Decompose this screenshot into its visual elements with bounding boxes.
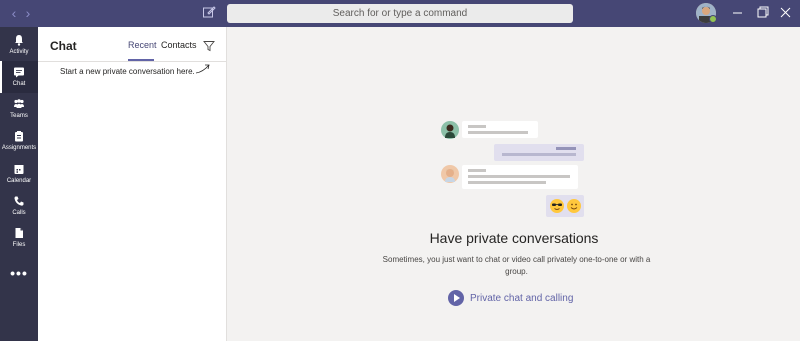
app-bar: Activity Chat Teams Assignments Calendar… (0, 27, 38, 341)
forward-arrow-icon[interactable]: › (20, 5, 36, 21)
arrow-icon (195, 64, 210, 74)
tab-recent[interactable]: Recent (128, 40, 157, 50)
tab-contacts[interactable]: Contacts (161, 40, 197, 50)
minimize-button[interactable] (728, 4, 748, 22)
incoming-message-bubble (462, 121, 538, 138)
emoji-message-bubble (546, 195, 584, 217)
bell-icon (15, 35, 23, 46)
title-bar: ‹ › Search for or type a command (0, 0, 800, 27)
app-bar-label: Activity (9, 49, 29, 55)
app-bar-label: Teams (10, 113, 28, 119)
maximize-button[interactable] (752, 4, 772, 22)
chat-list-pane: Chat Recent Contacts Start a new private… (38, 27, 227, 341)
search-input[interactable]: Search for or type a command (227, 4, 573, 23)
app-bar-item-calls[interactable]: Calls (0, 190, 38, 222)
person-avatar-icon (441, 121, 459, 139)
incoming-message-bubble (462, 165, 578, 189)
file-icon (15, 228, 23, 238)
main-content: Have private conversations Sometimes, yo… (228, 27, 800, 341)
empty-state-description: Sometimes, you just want to chat or vide… (382, 255, 651, 276)
app-bar-label: Assignments (1, 145, 37, 151)
teams-icon (14, 99, 24, 108)
app-bar-item-teams[interactable]: Teams (0, 93, 38, 125)
empty-state-heading: Have private conversations (429, 230, 599, 246)
play-icon (448, 290, 464, 306)
conversation-illustration (228, 27, 800, 227)
divider (38, 61, 227, 62)
app-bar-item-files[interactable]: Files (0, 222, 38, 254)
sunglasses-emoji-icon (550, 199, 564, 213)
cta-label: Private chat and calling (470, 292, 574, 304)
compose-icon[interactable] (202, 5, 218, 21)
outgoing-message-bubble (494, 144, 584, 161)
page-title: Chat (50, 39, 77, 53)
filter-icon[interactable] (203, 39, 215, 52)
private-chat-calling-link[interactable]: Private chat and calling (448, 290, 573, 306)
person-avatar-icon (441, 165, 459, 183)
app-bar-item-activity[interactable]: Activity (0, 29, 38, 61)
app-bar-item-assignments[interactable]: Assignments (0, 125, 38, 157)
smile-emoji-icon (567, 199, 581, 213)
app-bar-label: Calls (12, 210, 26, 216)
phone-icon (14, 196, 24, 206)
more-apps-icon[interactable]: ••• (0, 265, 38, 281)
chat-icon (14, 67, 24, 78)
app-bar-item-chat[interactable]: Chat (0, 61, 38, 93)
calendar-icon (14, 165, 24, 174)
app-bar-label: Calendar (6, 178, 32, 184)
app-bar-item-calendar[interactable]: Calendar (0, 158, 38, 190)
assignments-icon (15, 131, 23, 142)
presence-status-icon (709, 15, 717, 23)
new-conversation-hint: Start a new private conversation here. (60, 67, 195, 76)
app-bar-label: Chat (12, 81, 26, 87)
app-bar-label: Files (12, 242, 26, 248)
close-button[interactable] (776, 4, 796, 22)
